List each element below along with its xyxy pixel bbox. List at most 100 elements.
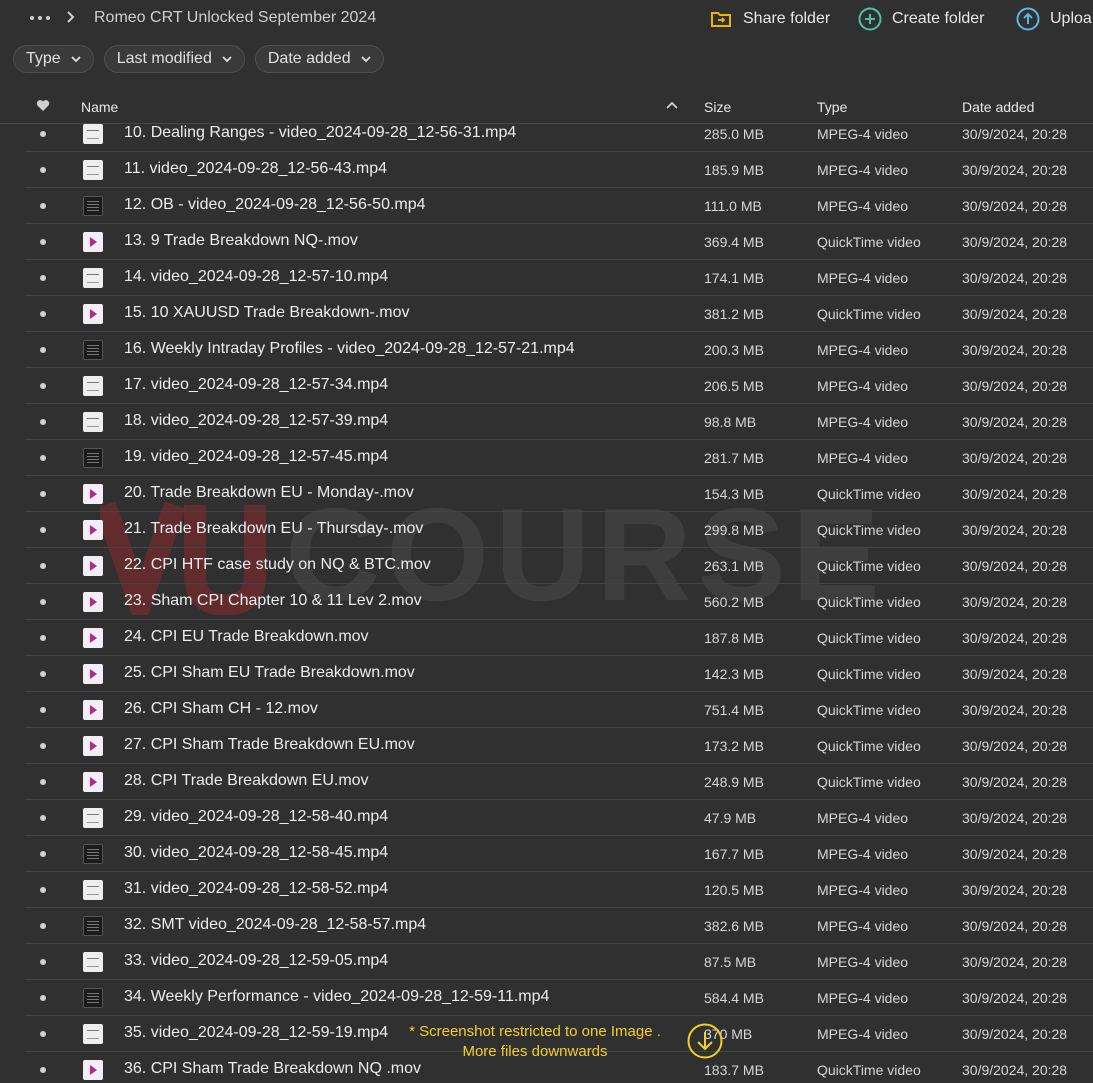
favorite-dot-icon[interactable] [40, 455, 46, 461]
file-row[interactable]: 11. video_2024-09-28_12-56-43.mp4 185.9 M… [0, 152, 1093, 188]
file-name[interactable]: 18. video_2024-09-28_12-57-39.mp4 [124, 412, 388, 430]
file-name[interactable]: 17. video_2024-09-28_12-57-34.mp4 [124, 376, 388, 394]
favorite-dot-icon[interactable] [40, 671, 46, 677]
favorite-dot-icon[interactable] [40, 347, 46, 353]
file-name[interactable]: 19. video_2024-09-28_12-57-45.mp4 [124, 448, 388, 466]
file-name[interactable]: 21. Trade Breakdown EU - Thursday-.mov [124, 520, 423, 538]
file-name[interactable]: 32. SMT video_2024-09-28_12-58-57.mp4 [124, 916, 426, 934]
file-name[interactable]: 27. CPI Sham Trade Breakdown EU.mov [124, 736, 415, 754]
favorite-dot-icon[interactable] [40, 275, 46, 281]
file-size: 111.0 MB [704, 198, 762, 214]
file-row[interactable]: 24. CPI EU Trade Breakdown.mov 187.8 MB Qu… [0, 620, 1093, 656]
favorite-dot-icon[interactable] [40, 887, 46, 893]
file-row[interactable]: 16. Weekly Intraday Profiles - video_202… [0, 332, 1093, 368]
file-name[interactable]: 24. CPI EU Trade Breakdown.mov [124, 628, 369, 646]
file-date-added: 30/9/2024, 20:28 [962, 234, 1068, 250]
file-row[interactable]: 14. video_2024-09-28_12-57-10.mp4 174.1 M… [0, 260, 1093, 296]
file-row[interactable]: 18. video_2024-09-28_12-57-39.mp4 98.8 MB… [0, 404, 1093, 440]
favorite-dot-icon[interactable] [40, 563, 46, 569]
file-row[interactable]: 21. Trade Breakdown EU - Thursday-.mov 29… [0, 512, 1093, 548]
favorite-dot-icon[interactable] [40, 203, 46, 209]
favorite-dot-icon[interactable] [40, 131, 46, 137]
file-row[interactable]: 23. Sham CPI Chapter 10 & 11 Lev 2.mov 56… [0, 584, 1093, 620]
file-name[interactable]: 14. video_2024-09-28_12-57-10.mp4 [124, 268, 388, 286]
file-row[interactable]: 25. CPI Sham EU Trade Breakdown.mov 142.3… [0, 656, 1093, 692]
favorite-dot-icon[interactable] [40, 1031, 46, 1037]
favorite-dot-icon[interactable] [40, 383, 46, 389]
favorite-dot-icon[interactable] [40, 491, 46, 497]
more-options-icon[interactable] [30, 10, 50, 26]
file-name[interactable]: 22. CPI HTF case study on NQ & BTC.mov [124, 556, 431, 574]
favorite-dot-icon[interactable] [40, 419, 46, 425]
file-name[interactable]: 34. Weekly Performance - video_2024-09-2… [124, 988, 549, 1006]
favorite-dot-icon[interactable] [40, 635, 46, 641]
file-row[interactable]: 31. video_2024-09-28_12-58-52.mp4 120.5 M… [0, 872, 1093, 908]
column-type[interactable]: Type [817, 99, 847, 115]
favorite-dot-icon[interactable] [40, 1067, 46, 1073]
favorite-dot-icon[interactable] [40, 959, 46, 965]
file-name[interactable]: 20. Trade Breakdown EU - Monday-.mov [124, 484, 414, 502]
file-name[interactable]: 11. video_2024-09-28_12-56-43.mp4 [124, 160, 387, 178]
file-name[interactable]: 30. video_2024-09-28_12-58-45.mp4 [124, 844, 388, 862]
heart-icon[interactable] [36, 99, 50, 112]
favorite-dot-icon[interactable] [40, 779, 46, 785]
chevron-down-icon [360, 56, 371, 63]
file-row[interactable]: 17. video_2024-09-28_12-57-34.mp4 206.5 M… [0, 368, 1093, 404]
favorite-dot-icon[interactable] [40, 743, 46, 749]
file-row[interactable]: 19. video_2024-09-28_12-57-45.mp4 281.7 M… [0, 440, 1093, 476]
filter-date-added[interactable]: Date added [254, 45, 384, 73]
file-name[interactable]: 13. 9 Trade Breakdown NQ-.mov [124, 232, 358, 250]
file-name[interactable]: 16. Weekly Intraday Profiles - video_202… [124, 340, 575, 358]
file-name[interactable]: 15. 10 XAUUSD Trade Breakdown-.mov [124, 304, 409, 322]
favorite-dot-icon[interactable] [40, 707, 46, 713]
favorite-dot-icon[interactable] [40, 923, 46, 929]
favorite-dot-icon[interactable] [40, 815, 46, 821]
file-row[interactable]: 27. CPI Sham Trade Breakdown EU.mov 173.2… [0, 728, 1093, 764]
file-row[interactable]: 12. OB - video_2024-09-28_12-56-50.mp4 11… [0, 188, 1093, 224]
column-date-added[interactable]: Date added [962, 99, 1034, 115]
file-name[interactable]: 10. Dealing Ranges - video_2024-09-28_12… [124, 124, 516, 142]
file-row[interactable]: 22. CPI HTF case study on NQ & BTC.mov 26… [0, 548, 1093, 584]
favorite-dot-icon[interactable] [40, 995, 46, 1001]
file-thumbnail [83, 196, 103, 216]
file-name[interactable]: 35. video_2024-09-28_12-59-19.mp4 [124, 1024, 388, 1042]
file-type: QuickTime video [817, 234, 921, 250]
share-folder-button[interactable]: Share folder [709, 7, 830, 31]
file-name[interactable]: 28. CPI Trade Breakdown EU.mov [124, 772, 369, 790]
favorite-dot-icon[interactable] [40, 167, 46, 173]
file-row[interactable]: 32. SMT video_2024-09-28_12-58-57.mp4 382… [0, 908, 1093, 944]
file-row[interactable]: 15. 10 XAUUSD Trade Breakdown-.mov 381.2 … [0, 296, 1093, 332]
file-name[interactable]: 33. video_2024-09-28_12-59-05.mp4 [124, 952, 388, 970]
file-row[interactable]: 30. video_2024-09-28_12-58-45.mp4 167.7 M… [0, 836, 1093, 872]
file-row[interactable]: 26. CPI Sham CH - 12.mov 751.4 MB QuickTim… [0, 692, 1093, 728]
favorite-dot-icon[interactable] [40, 311, 46, 317]
favorite-dot-icon[interactable] [40, 599, 46, 605]
upload-button[interactable]: Uploa [1016, 7, 1092, 31]
file-name[interactable]: 25. CPI Sham EU Trade Breakdown.mov [124, 664, 415, 682]
file-name[interactable]: 12. OB - video_2024-09-28_12-56-50.mp4 [124, 196, 426, 214]
file-date-added: 30/9/2024, 20:28 [962, 918, 1068, 934]
file-thumbnail [83, 160, 103, 180]
sort-ascending-icon[interactable] [666, 101, 678, 109]
favorite-dot-icon[interactable] [40, 851, 46, 857]
file-name[interactable]: 23. Sham CPI Chapter 10 & 11 Lev 2.mov [124, 592, 422, 610]
column-size[interactable]: Size [704, 99, 731, 115]
file-row[interactable]: 20. Trade Breakdown EU - Monday-.mov 154.… [0, 476, 1093, 512]
file-name[interactable]: 26. CPI Sham CH - 12.mov [124, 700, 318, 718]
folder-title[interactable]: Romeo CRT Unlocked September 2024 [94, 9, 376, 27]
filter-last-modified[interactable]: Last modified [103, 45, 245, 73]
filter-type[interactable]: Type [13, 45, 94, 73]
file-row[interactable]: 34. Weekly Performance - video_2024-09-2… [0, 980, 1093, 1016]
file-row[interactable]: 28. CPI Trade Breakdown EU.mov 248.9 MB Qu… [0, 764, 1093, 800]
file-row[interactable]: 10. Dealing Ranges - video_2024-09-28_12… [0, 116, 1093, 152]
file-name[interactable]: 29. video_2024-09-28_12-58-40.mp4 [124, 808, 388, 826]
create-folder-button[interactable]: Create folder [858, 7, 985, 31]
file-row[interactable]: 13. 9 Trade Breakdown NQ-.mov 369.4 MB Qui… [0, 224, 1093, 260]
file-row[interactable]: 33. video_2024-09-28_12-59-05.mp4 87.5 MB… [0, 944, 1093, 980]
column-name[interactable]: Name [81, 99, 118, 115]
favorite-dot-icon[interactable] [40, 239, 46, 245]
file-name[interactable]: 31. video_2024-09-28_12-58-52.mp4 [124, 880, 388, 898]
file-row[interactable]: 29. video_2024-09-28_12-58-40.mp4 47.9 MB… [0, 800, 1093, 836]
favorite-dot-icon[interactable] [40, 527, 46, 533]
file-name[interactable]: 36. CPI Sham Trade Breakdown NQ .mov [124, 1060, 421, 1078]
